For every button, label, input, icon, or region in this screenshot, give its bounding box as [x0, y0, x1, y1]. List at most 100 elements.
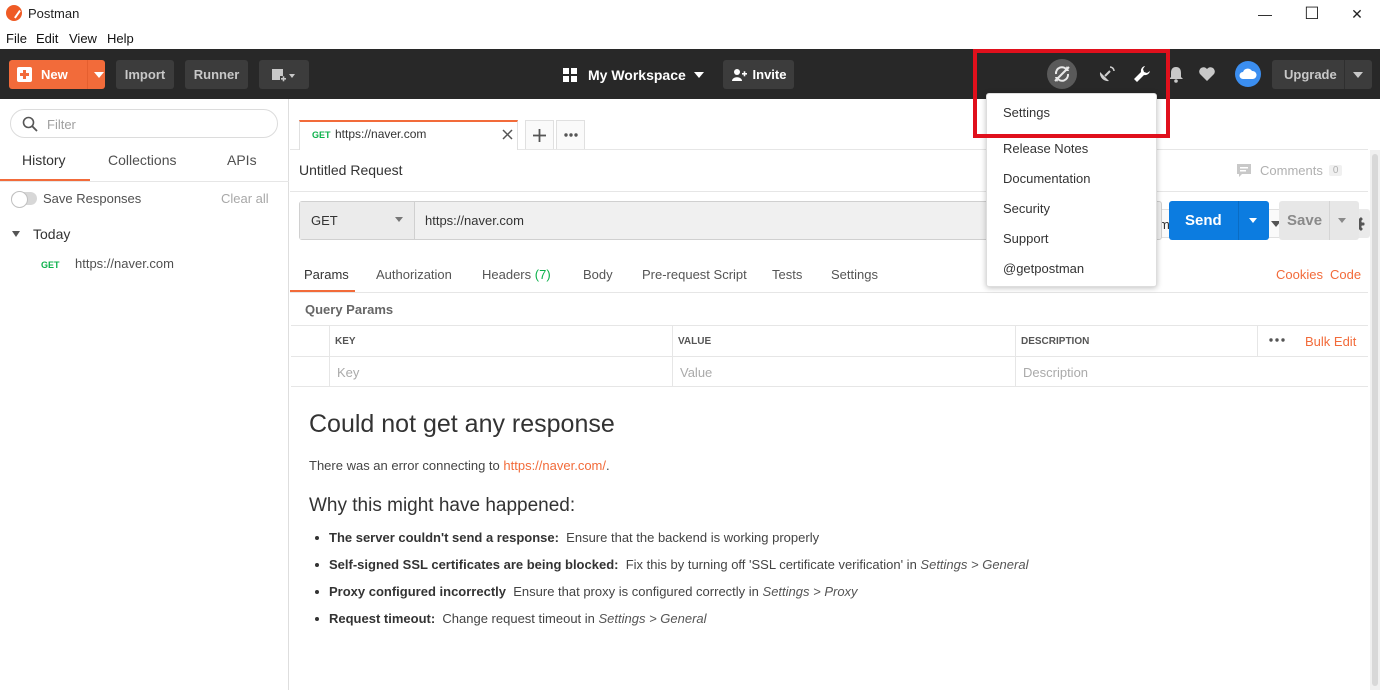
upgrade-label: Upgrade	[1284, 67, 1337, 82]
menu-help[interactable]: Help	[107, 31, 134, 46]
history-item-url: https://naver.com	[75, 256, 174, 271]
new-window-icon	[272, 68, 295, 82]
response-error-message: There was an error connecting to https:/…	[309, 458, 610, 473]
chevron-down-icon	[395, 217, 403, 222]
workspace-label: My Workspace	[588, 67, 686, 83]
method-badge: GET	[312, 130, 331, 140]
new-tab-button[interactable]	[525, 120, 554, 149]
key-input[interactable]: Key	[337, 365, 359, 380]
menu-edit[interactable]: Edit	[36, 31, 58, 46]
tab-history[interactable]: History	[22, 152, 66, 168]
chevron-down-icon[interactable]	[94, 72, 104, 78]
why-title: Why this might have happened:	[309, 495, 576, 516]
runner-button[interactable]: Runner	[185, 60, 248, 89]
response-error-title: Could not get any response	[309, 410, 615, 438]
save-responses-toggle[interactable]	[11, 191, 37, 208]
tab-headers[interactable]: Headers (7)	[482, 267, 551, 282]
description-input[interactable]: Description	[1023, 365, 1088, 380]
tab-apis[interactable]: APIs	[227, 152, 257, 168]
comments-button[interactable]: Comments 0	[1236, 162, 1343, 178]
more-icon	[563, 133, 578, 137]
request-name[interactable]: Untitled Request	[299, 162, 403, 178]
tab-body[interactable]: Body	[583, 267, 613, 282]
reason-item: Request timeout: Change request timeout …	[329, 611, 707, 626]
tab-headers-label: Headers	[482, 267, 532, 282]
search-icon	[22, 116, 38, 132]
grid-icon	[563, 68, 577, 82]
save-button[interactable]: Save	[1279, 201, 1359, 240]
comments-count-badge: 0	[1328, 164, 1343, 176]
tab-params[interactable]: Params	[304, 267, 349, 282]
menu-item-documentation[interactable]: Documentation	[1003, 171, 1090, 186]
save-label: Save	[1287, 212, 1323, 229]
query-params-title: Query Params	[305, 302, 394, 317]
main-panel: GET https://naver.com ment Unt	[290, 99, 1380, 690]
upgrade-button[interactable]: Upgrade	[1272, 60, 1372, 89]
history-item[interactable]: GET https://naver.com	[41, 256, 281, 272]
new-window-button[interactable]	[259, 60, 309, 89]
comment-icon	[1237, 163, 1251, 177]
send-button[interactable]: Send	[1169, 201, 1269, 240]
import-button[interactable]: Import	[116, 60, 174, 89]
tab-pre-request-script[interactable]: Pre-request Script	[642, 267, 747, 282]
chevron-down-icon[interactable]	[1338, 218, 1346, 223]
tab-authorization[interactable]: Authorization	[376, 267, 452, 282]
minimize-button[interactable]: —	[1242, 0, 1288, 28]
main-scrollbar[interactable]	[1370, 150, 1380, 690]
menu-item-support[interactable]: Support	[1003, 231, 1049, 246]
invite-label: Invite	[752, 67, 787, 82]
plus-icon	[533, 128, 546, 142]
chevron-down-icon[interactable]	[1249, 218, 1257, 223]
close-icon[interactable]	[502, 129, 513, 140]
close-button[interactable]: ✕	[1334, 0, 1380, 28]
request-tab[interactable]: GET https://naver.com	[299, 120, 518, 150]
chevron-down-icon	[693, 72, 704, 78]
method-badge: GET	[41, 260, 60, 270]
plus-icon	[17, 67, 32, 82]
filter-input[interactable]: Filter	[10, 109, 278, 138]
heart-button[interactable]	[1194, 61, 1220, 87]
cookies-link[interactable]: Cookies	[1276, 267, 1323, 282]
new-button[interactable]: New	[9, 60, 105, 89]
filter-placeholder: Filter	[47, 117, 76, 132]
heart-icon	[1199, 67, 1215, 81]
method-select[interactable]: GET	[300, 202, 415, 239]
bulk-edit-link[interactable]: Bulk Edit	[1305, 334, 1356, 349]
request-tab-url: https://naver.com	[335, 127, 427, 141]
reason-item: The server couldn't send a response: Ens…	[329, 530, 820, 545]
url-input[interactable]: https://naver.com	[425, 213, 524, 228]
invite-button[interactable]: Invite	[723, 60, 794, 89]
chevron-down-icon	[12, 231, 20, 237]
menu-view[interactable]: View	[69, 31, 97, 46]
annotation-highlight-box	[973, 49, 1170, 138]
cloud-account-button[interactable]	[1235, 61, 1261, 87]
menu-item-security[interactable]: Security	[1003, 201, 1050, 216]
window-title: Postman	[28, 6, 80, 21]
error-url-link[interactable]: https://naver.com/	[503, 458, 606, 473]
tab-tests[interactable]: Tests	[772, 267, 802, 282]
tab-collections[interactable]: Collections	[108, 152, 176, 168]
tab-settings[interactable]: Settings	[831, 267, 878, 282]
menu-item-getpostman[interactable]: @getpostman	[1003, 261, 1084, 276]
sidebar: Filter History Collections APIs Save Res…	[0, 99, 289, 690]
cloud-icon	[1239, 68, 1257, 79]
maximize-button[interactable]: ☐	[1289, 0, 1335, 28]
column-header-value: VALUE	[678, 336, 712, 347]
value-input[interactable]: Value	[680, 365, 712, 380]
save-responses-label: Save Responses	[43, 191, 142, 206]
send-label: Send	[1185, 212, 1222, 229]
column-header-description: DESCRIPTION	[1021, 336, 1090, 347]
menu-item-release-notes[interactable]: Release Notes	[1003, 141, 1088, 156]
workspace-switcher[interactable]: My Workspace	[562, 64, 704, 86]
chevron-down-icon[interactable]	[1353, 72, 1363, 78]
clear-all-button[interactable]: Clear all	[221, 191, 269, 206]
headers-count: (7)	[534, 267, 551, 282]
history-group-today[interactable]: Today	[12, 226, 70, 242]
more-icon[interactable]	[1269, 338, 1285, 342]
code-link[interactable]: Code	[1330, 267, 1361, 282]
comments-label: Comments	[1260, 162, 1323, 178]
app-header: New Import Runner My Workspace Invite Up…	[0, 49, 1380, 99]
more-tabs-button[interactable]	[556, 120, 585, 149]
query-params-table: KEY VALUE DESCRIPTION Bulk Edit Key Valu…	[291, 325, 1368, 387]
menu-file[interactable]: File	[6, 31, 27, 46]
